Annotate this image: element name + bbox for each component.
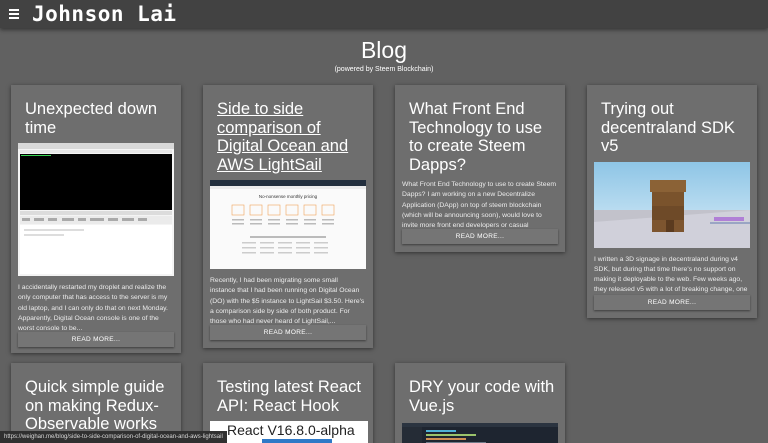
thumbnail-bar [262, 439, 332, 443]
terminal-screenshot-image [18, 143, 174, 276]
site-title[interactable]: Johnson Lai [32, 2, 177, 26]
image-heading: No-nonsense monthly pricing [259, 194, 318, 199]
post-card: Side to side comparison of Digital Ocean… [203, 85, 373, 348]
top-app-bar: Johnson Lai [0, 0, 768, 28]
thumbnail-caption: React V16.8.0-alpha [227, 422, 355, 438]
read-more-button[interactable]: READ MORE... [210, 325, 366, 340]
post-card: DRY your code with Vue.js [395, 363, 565, 443]
decentraland-scene-image [594, 161, 750, 248]
code-editor-image [402, 423, 558, 443]
post-card: Testing latest React API: React Hook Rea… [203, 363, 373, 443]
post-thumbnail[interactable]: React V16.8.0-alpha [210, 421, 368, 443]
post-title[interactable]: Unexpected down time [11, 85, 181, 137]
post-excerpt: Recently, I had been migrating some smal… [210, 277, 365, 326]
page-heading: Blog (powered by Steem Blockchain) [0, 36, 768, 73]
hamburger-menu-icon[interactable] [7, 4, 27, 24]
read-more-button[interactable]: READ MORE... [402, 229, 558, 244]
post-excerpt: I accidentally restarted my droplet and … [18, 284, 168, 333]
post-thumbnail[interactable] [18, 143, 174, 276]
post-title-link[interactable]: Side to side comparison of Digital Ocean… [203, 85, 373, 174]
browser-status-url: https://weighan.me/blog/side-to-side-com… [0, 431, 227, 443]
post-card: Unexpected down time I accidentally rest… [11, 85, 181, 353]
post-title[interactable]: Quick simple guide on making Redux-Obser… [11, 363, 181, 434]
read-more-button[interactable]: READ MORE... [18, 332, 174, 347]
post-thumbnail[interactable] [402, 423, 558, 443]
post-title[interactable]: Testing latest React API: React Hook [203, 363, 373, 415]
read-more-button[interactable]: READ MORE... [594, 295, 750, 310]
post-thumbnail[interactable] [594, 161, 750, 248]
page-subtitle: (powered by Steem Blockchain) [334, 66, 434, 73]
pricing-page-image: No-nonsense monthly pricing [210, 180, 366, 269]
post-title[interactable]: What Front End Technology to use to crea… [395, 85, 565, 174]
post-card: Trying out decentraland SDK v5 I written… [587, 85, 757, 318]
page-title: Blog [360, 37, 408, 63]
post-thumbnail[interactable]: No-nonsense monthly pricing [210, 180, 366, 269]
post-card: What Front End Technology to use to crea… [395, 85, 565, 252]
post-title[interactable]: DRY your code with Vue.js [395, 363, 565, 415]
post-title[interactable]: Trying out decentraland SDK v5 [587, 85, 757, 156]
